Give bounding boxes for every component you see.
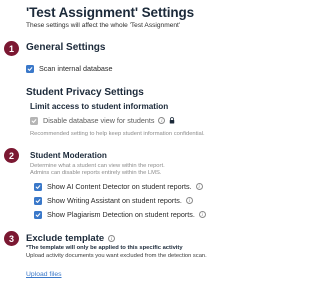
show-ai-content-detector-option[interactable]: Show AI Content Detector on student repo…: [34, 182, 203, 191]
scan-internal-database-option[interactable]: Scan internal database: [26, 64, 113, 73]
info-icon[interactable]: i: [198, 211, 206, 218]
disable-database-view-checkbox: [30, 116, 38, 125]
show-writing-assistant-option[interactable]: Show Writing Assistant on student report…: [34, 196, 193, 205]
check-icon: [35, 212, 41, 217]
exclude-template-note-bold: *The template will only be applied to th…: [26, 245, 183, 251]
scan-internal-database-label: Scan internal database: [39, 64, 113, 73]
privacy-recommendation-note: Recommended setting to help keep student…: [30, 131, 205, 137]
exclude-template-note: Upload activity documents you want exclu…: [26, 253, 207, 259]
moderation-description-line2: Admins can disable reports entirely with…: [30, 170, 162, 176]
student-moderation-heading: Student Moderation: [30, 151, 107, 160]
step-badge-2: 2: [4, 148, 19, 163]
exclude-template-heading: Exclude template: [26, 233, 105, 244]
show-writing-assistant-checkbox[interactable]: [34, 196, 42, 205]
show-plagiarism-detection-label: Show Plagiarism Detection on student rep…: [47, 210, 195, 219]
check-icon: [35, 198, 41, 203]
show-ai-content-detector-checkbox[interactable]: [34, 182, 42, 191]
lock-icon: [170, 117, 175, 124]
page-subtitle: These settings will affect the whole 'Te…: [26, 22, 181, 29]
check-icon: [35, 184, 41, 189]
info-icon[interactable]: i: [108, 235, 116, 242]
check-icon: [31, 118, 37, 123]
info-icon[interactable]: i: [158, 117, 166, 124]
student-privacy-settings-heading: Student Privacy Settings: [26, 87, 144, 98]
exclude-template-header: Exclude template i: [26, 233, 116, 244]
step-badge-1: 1: [4, 41, 19, 56]
general-settings-heading: General Settings: [26, 42, 106, 53]
disable-database-view-option: Disable database view for students i: [30, 116, 175, 125]
show-writing-assistant-label: Show Writing Assistant on student report…: [47, 196, 182, 205]
show-plagiarism-detection-option[interactable]: Show Plagiarism Detection on student rep…: [34, 210, 206, 219]
info-icon[interactable]: i: [195, 183, 203, 190]
check-icon: [27, 66, 33, 71]
scan-internal-database-checkbox[interactable]: [26, 64, 34, 73]
step-badge-3: 3: [4, 231, 19, 246]
show-plagiarism-detection-checkbox[interactable]: [34, 210, 42, 219]
upload-files-link[interactable]: Upload files: [26, 271, 62, 278]
show-ai-content-detector-label: Show AI Content Detector on student repo…: [47, 182, 192, 191]
disable-database-view-label: Disable database view for students: [43, 116, 155, 125]
page-title: 'Test Assignment' Settings: [26, 5, 195, 20]
info-icon[interactable]: i: [185, 197, 193, 204]
limit-access-heading: Limit access to student information: [30, 102, 169, 111]
